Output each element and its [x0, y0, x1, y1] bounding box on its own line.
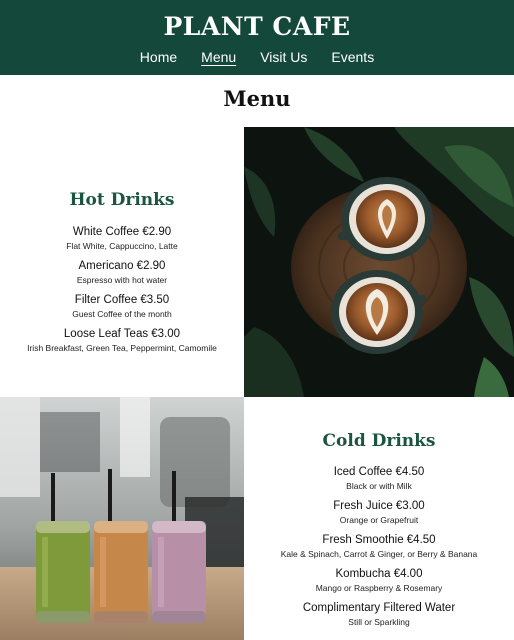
menu-item-desc: Flat White, Cappuccino, Latte [66, 241, 178, 251]
nav-menu[interactable]: Menu [201, 49, 236, 65]
cold-drinks-section: Cold Drinks Iced Coffee €4.50 Black or w… [244, 397, 514, 640]
main-nav: Home Menu Visit Us Events [0, 49, 514, 65]
menu-item: Complimentary Filtered Water Still or Sp… [244, 601, 514, 635]
menu-item-name: Iced Coffee €4.50 [333, 466, 425, 478]
menu-item: Kombucha €4.00 Mango or Raspberry & Rose… [244, 567, 514, 601]
nav-visit-us[interactable]: Visit Us [260, 49, 307, 65]
page-title: Menu [223, 86, 291, 111]
menu-item-name: Kombucha €4.00 [335, 568, 423, 580]
latte-cups-icon [244, 127, 514, 397]
menu-item: Filter Coffee €3.50 Guest Coffee of the … [0, 293, 244, 327]
menu-item-name: Fresh Smoothie €4.50 [322, 534, 436, 546]
menu-item-desc: Kale & Spinach, Carrot & Ginger, or Berr… [280, 549, 478, 559]
cold-drinks-heading: Cold Drinks [322, 431, 436, 451]
menu-item-desc: Mango or Raspberry & Rosemary [315, 583, 443, 593]
menu-item: Fresh Juice €3.00 Orange or Grapefruit [244, 499, 514, 533]
hot-drinks-section: Hot Drinks White Coffee €2.90 Flat White… [0, 127, 244, 397]
menu-item: Loose Leaf Teas €3.00 Irish Breakfast, G… [0, 327, 244, 361]
hot-drinks-list: White Coffee €2.90 Flat White, Cappuccin… [0, 225, 244, 361]
menu-item-desc: Still or Sparkling [348, 617, 410, 627]
smoothie-photo [0, 397, 244, 640]
menu-item-desc: Espresso with hot water [76, 275, 168, 285]
menu-item: Americano €2.90 Espresso with hot water [0, 259, 244, 293]
menu-item: Iced Coffee €4.50 Black or with Milk [244, 465, 514, 499]
menu-item-desc: Irish Breakfast, Green Tea, Peppermint, … [27, 343, 217, 353]
menu-item-name: White Coffee €2.90 [72, 226, 172, 238]
nav-events[interactable]: Events [331, 49, 374, 65]
smoothie-jars-icon [0, 397, 244, 640]
menu-item: White Coffee €2.90 Flat White, Cappuccin… [0, 225, 244, 259]
hot-drinks-heading: Hot Drinks [69, 190, 175, 210]
menu-item-desc: Black or with Milk [346, 481, 412, 491]
menu-item-name: Filter Coffee €3.50 [74, 294, 170, 306]
brand-title[interactable]: PLANT CAFE [0, 12, 514, 41]
menu-item-name: Americano €2.90 [78, 260, 166, 272]
menu-item-desc: Orange or Grapefruit [339, 515, 419, 525]
cold-drinks-list: Iced Coffee €4.50 Black or with Milk Fre… [244, 465, 514, 635]
menu-item-name: Fresh Juice €3.00 [333, 500, 425, 512]
menu-item-name: Loose Leaf Teas €3.00 [63, 328, 181, 340]
site-header: PLANT CAFE Home Menu Visit Us Events [0, 0, 514, 75]
coffee-photo [244, 127, 514, 397]
menu-item-name: Complimentary Filtered Water [302, 602, 456, 614]
menu-item: Fresh Smoothie €4.50 Kale & Spinach, Car… [244, 533, 514, 567]
nav-home[interactable]: Home [140, 49, 177, 65]
menu-item-desc: Guest Coffee of the month [72, 309, 172, 319]
